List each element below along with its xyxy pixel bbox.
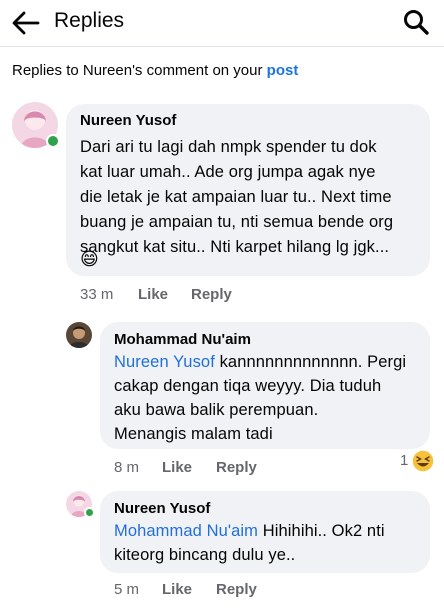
online-status-icon (84, 507, 95, 518)
comment-text-line: buang je ampaian tu, nti semua bende org (80, 213, 394, 231)
avatar[interactable] (66, 322, 92, 348)
comment-author[interactable]: Mohammad Nu'aim (114, 331, 251, 348)
post-link[interactable]: post (267, 62, 299, 79)
like-button[interactable]: Like (162, 581, 192, 598)
comment-text-line: Dari ari tu lagi dah nmpk spender tu dok (80, 138, 377, 156)
comment-text-line: kiteorg bincang dulu ye.. (114, 546, 296, 564)
comment-time: 5 m (114, 581, 140, 598)
comment-text: Hihihihi.. Ok2 nti (258, 522, 385, 540)
reply-button[interactable]: Reply (191, 286, 232, 303)
mention-link[interactable]: Mohammad Nu'aim (114, 522, 258, 540)
comment-text-line: aku bawa balik perempuan. (114, 401, 319, 419)
context-text: Replies to Nureen's comment on your (12, 62, 267, 79)
search-icon[interactable] (402, 8, 430, 36)
comment-text-line: Mohammad Nu'aim Hihihihi.. Ok2 nti (114, 522, 385, 541)
like-button[interactable]: Like (138, 286, 168, 303)
online-status-icon (46, 134, 60, 148)
reaction-count: 1 (400, 452, 409, 469)
reaction-summary[interactable]: 1 (400, 452, 408, 469)
reply-button[interactable]: Reply (216, 581, 257, 598)
comment-author[interactable]: Nureen Yusof (80, 112, 176, 129)
page-title: Replies (54, 9, 125, 32)
comment-text-line: sangkut kat situ.. Nti karpet hilang lg … (80, 238, 390, 256)
laughing-emoji-icon (411, 449, 435, 473)
comment-text-line: Nureen Yusof kannnnnnnnnnnnn. Pergi (114, 353, 406, 372)
comment-text-line: cakap dengan tiqa weyyy. Dia tuduh (114, 377, 382, 395)
comment-text-line: die letak je kat ampaian luar tu.. Next … (80, 188, 392, 206)
comment-author[interactable]: Nureen Yusof (114, 500, 210, 517)
top-bar: Replies (0, 0, 444, 47)
mention-link[interactable]: Nureen Yusof (114, 353, 215, 371)
comment-text-line: Menangis malam tadi (114, 425, 273, 443)
comment-time: 8 m (114, 459, 140, 476)
replies-context: Replies to Nureen's comment on your post (12, 62, 298, 79)
back-arrow-icon[interactable] (10, 8, 42, 38)
grinning-emoji-icon: 😄 (80, 249, 99, 269)
like-button[interactable]: Like (162, 459, 192, 476)
comment-text: kannnnnnnnnnnnn. Pergi (214, 353, 407, 371)
comment-time: 33 m (80, 286, 114, 303)
reply-button[interactable]: Reply (216, 459, 257, 476)
comment-text-line: kat luar umah.. Ade org jumpa agak nye (80, 163, 376, 181)
